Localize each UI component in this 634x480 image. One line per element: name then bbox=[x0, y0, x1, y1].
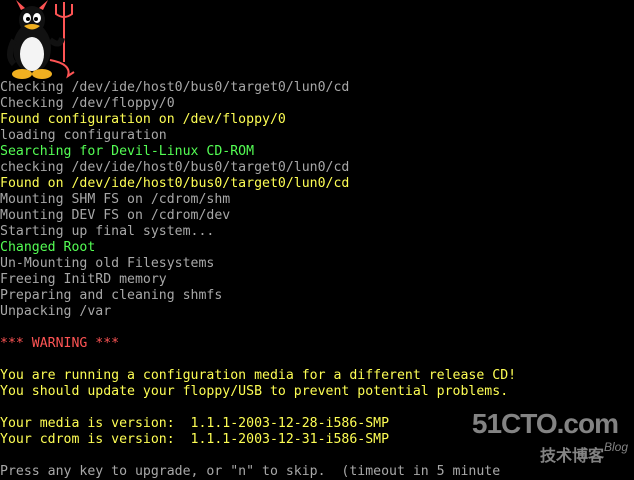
console-line: Found on /dev/ide/host0/bus0/target0/lun… bbox=[0, 176, 350, 191]
console-line: Freeing InitRD memory bbox=[0, 272, 167, 287]
console-line: You should update your floppy/USB to pre… bbox=[0, 384, 509, 399]
console-line: Checking /dev/floppy/0 bbox=[0, 96, 175, 111]
console-line: Changed Root bbox=[0, 240, 96, 255]
console-line: Checking /dev/ide/host0/bus0/target0/lun… bbox=[0, 80, 350, 95]
console-line: Mounting SHM FS on /cdrom/shm bbox=[0, 192, 231, 207]
watermark-blog: Blog bbox=[603, 440, 628, 454]
console-line: checking /dev/ide/host0/bus0/target0/lun… bbox=[0, 160, 350, 175]
console-line: Mounting DEV FS on /cdrom/dev bbox=[0, 208, 231, 223]
console-line: *** WARNING *** bbox=[0, 336, 120, 351]
watermark-brand: 51CTO.com bbox=[471, 408, 619, 439]
console-screen[interactable]: Checking /dev/ide/host0/bus0/target0/lun… bbox=[0, 0, 634, 479]
console-line: You are running a configuration media fo… bbox=[0, 368, 517, 383]
console-line: loading configuration bbox=[0, 128, 167, 143]
watermark-subtitle: 技术博客 bbox=[539, 446, 604, 465]
site-watermark: 51CTO.com 技术博客 Blog bbox=[472, 408, 628, 466]
console-line: Unpacking /var bbox=[0, 304, 112, 319]
console-line: Starting up final system... bbox=[0, 224, 215, 239]
console-line: Preparing and cleaning shmfs bbox=[0, 288, 223, 303]
console-line: Found configuration on /dev/floppy/0 bbox=[0, 112, 286, 127]
console-line: Searching for Devil-Linux CD-ROM bbox=[0, 144, 255, 159]
console-line: Un-Mounting old Filesystems bbox=[0, 256, 215, 271]
devil-tux-icon bbox=[2, 0, 80, 80]
pitchfork-icon bbox=[55, 2, 73, 62]
